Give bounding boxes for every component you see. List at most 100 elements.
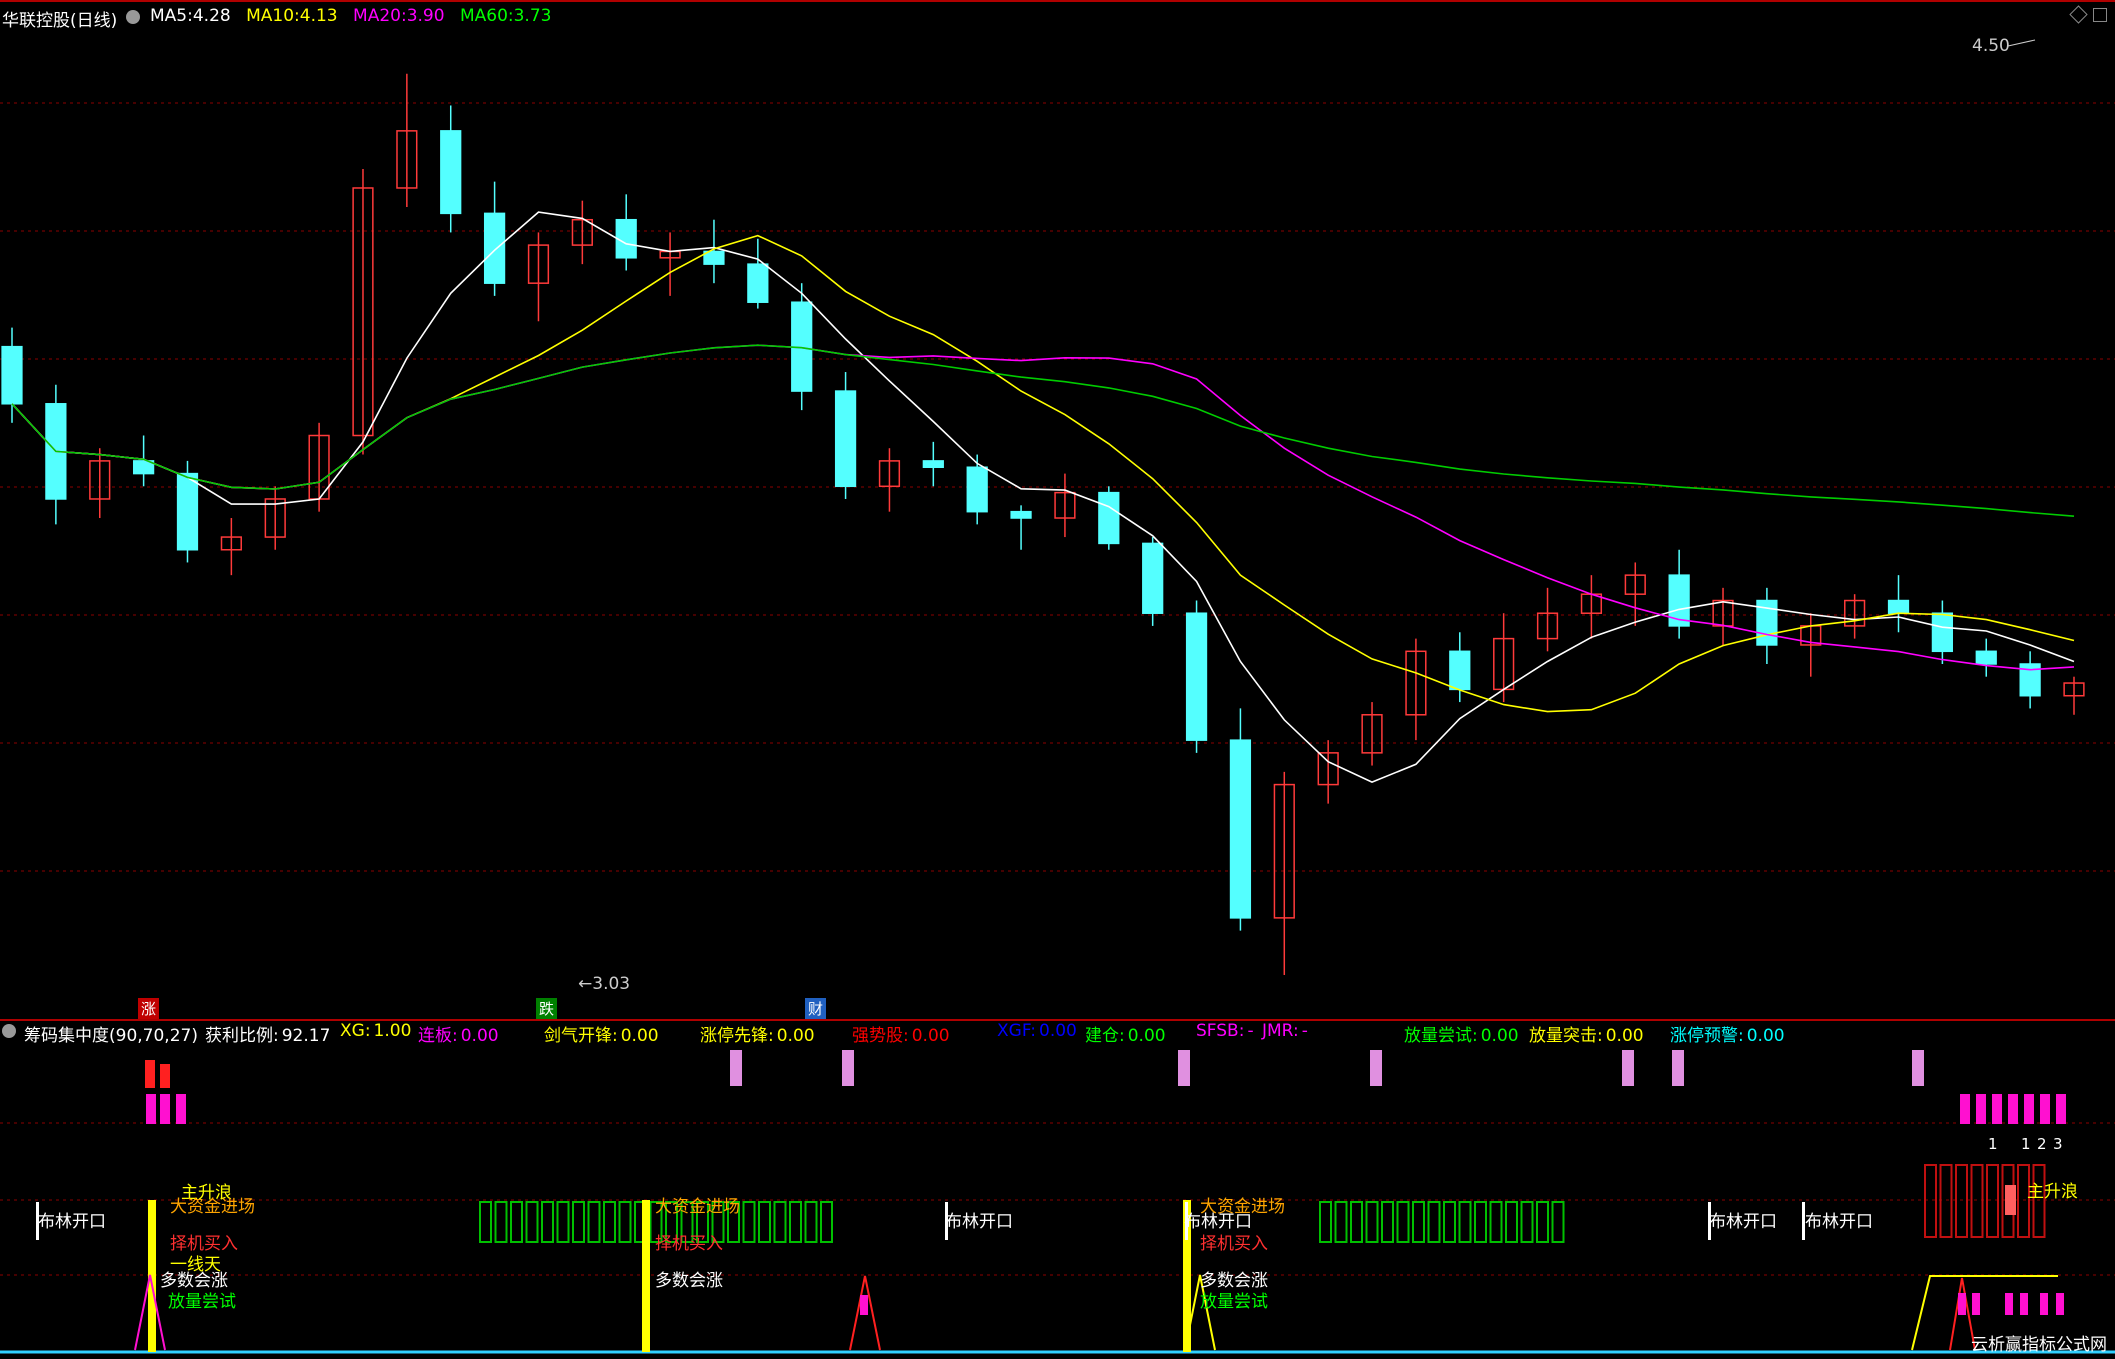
signal-bulin-5: 布林开口 — [1805, 1212, 1873, 1232]
indicator-item-label: JMR: — [1262, 1021, 1299, 1041]
indicator-bar-magenta — [2056, 1094, 2066, 1124]
candle-body — [922, 460, 944, 468]
signal-bulin-4: 布林开口 — [1709, 1212, 1777, 1232]
candle-body — [1887, 599, 1910, 614]
counter-3: 2 — [2037, 1135, 2047, 1153]
stock-chart-window: 华联控股(日线) MA5:4.28 MA10:4.13 MA20:3.90 MA… — [0, 0, 2115, 1359]
indicator-bar — [1370, 1050, 1382, 1086]
indicator-bar — [730, 1050, 742, 1086]
signal-bulin-1: 布林开口 — [38, 1212, 106, 1232]
candle-body — [1975, 650, 1997, 665]
indicator-item-value: - — [1301, 1021, 1308, 1041]
ma10-value: 4.13 — [299, 6, 338, 26]
indicator-item-value: 0.00 — [1746, 1026, 1785, 1046]
indicator-item: 建仓: 0.00 — [1085, 1021, 1166, 1046]
counter-2: 1 — [2021, 1135, 2031, 1153]
indicator-params: (90,70,27) — [109, 1026, 198, 1046]
indicator-item: 涨停预警: 0.00 — [1670, 1021, 1785, 1046]
indicator-item: 获利比例: 92.17 — [205, 1021, 330, 1046]
indicator-item-label: SFSB: — [1196, 1021, 1245, 1041]
indicator-item: JMR: - — [1262, 1021, 1308, 1041]
indicator-item-value: 0.00 — [620, 1026, 659, 1046]
indicator-item: XG: 1.00 — [340, 1021, 411, 1041]
signal-da-zi-jin-2: 大资金进场 — [655, 1197, 740, 1217]
high-price-label: 4.50 — [1972, 36, 2010, 56]
candle-body — [747, 263, 769, 303]
indicator-bar-magenta — [160, 1094, 170, 1124]
signal-bulin-3: 布林开口 — [1184, 1212, 1252, 1232]
ma10-label: MA10: — [246, 6, 300, 26]
indicator-bar-magenta — [1960, 1094, 1970, 1124]
indicator-item-label: 涨停预警: — [1670, 1026, 1744, 1046]
indicator-name: 筹码集中度(90,70,27) — [24, 1021, 198, 1046]
indicator-item-label: XGF: — [997, 1021, 1037, 1041]
ma5-value: 4.28 — [192, 6, 231, 26]
candle-body — [1931, 612, 1954, 653]
indicator-item: 连板: 0.00 — [418, 1021, 499, 1046]
stock-title: 华联控股(日线) — [2, 11, 118, 31]
indicator-bar — [145, 1060, 155, 1088]
indicator-item-value: 92.17 — [281, 1026, 331, 1046]
indicator-bar-magenta — [146, 1094, 156, 1124]
indicator-item: 剑气开锋: 0.00 — [544, 1021, 659, 1046]
indicator-item-value: - — [1247, 1021, 1254, 1041]
indicator-item-value: 0.00 — [1605, 1026, 1644, 1046]
indicator-bar-magenta — [1992, 1094, 2002, 1124]
counter-4: 3 — [2053, 1135, 2063, 1153]
yellow-signal-bar — [642, 1200, 650, 1352]
event-mark-finance[interactable]: 财 — [805, 998, 827, 1019]
chart-canvas[interactable] — [0, 0, 2115, 1359]
low-price-value: 3.03 — [592, 974, 631, 994]
indicator-bar-magenta — [2040, 1094, 2050, 1124]
indicator-title: 筹码集中度 — [24, 1026, 109, 1046]
indicator-item-value: 0.00 — [1480, 1026, 1519, 1046]
background — [0, 0, 2115, 1359]
indicator-item: 涨停先锋: 0.00 — [700, 1021, 815, 1046]
indicator-bar — [160, 1064, 170, 1088]
chart-title: 华联控股(日线) — [2, 6, 117, 31]
signal-bulin-2: 布林开口 — [945, 1212, 1013, 1232]
settings-dot-icon[interactable] — [126, 10, 140, 24]
ma60-label: MA60: — [459, 6, 514, 26]
candle-body — [615, 218, 637, 259]
peak-bar — [1972, 1293, 1980, 1315]
peak-bar — [1958, 1293, 1966, 1315]
indicator-item-value: 0.00 — [1039, 1021, 1077, 1041]
ma20-label: MA20: — [353, 6, 407, 26]
candle-body — [1142, 542, 1164, 614]
peak-bar — [2005, 1293, 2013, 1315]
indicator-item-value: 0.00 — [776, 1026, 815, 1046]
indicator-item-label: 放量突击: — [1529, 1026, 1603, 1046]
indicator-settings-icon[interactable] — [2, 1024, 16, 1038]
indicator-item-value: 0.00 — [911, 1026, 950, 1046]
candle-body — [1, 345, 23, 405]
indicator-item-value: 1.00 — [373, 1021, 412, 1041]
candle-body — [1010, 510, 1032, 519]
candle-body — [1449, 650, 1471, 691]
indicator-bar — [1622, 1050, 1634, 1086]
indicator-bar — [842, 1050, 854, 1086]
indicator-item-label: 连板: — [418, 1026, 458, 1046]
maximize-icon[interactable] — [2093, 8, 2107, 22]
peak-bar — [860, 1295, 868, 1315]
peak-bar — [2020, 1293, 2028, 1315]
candle-body — [176, 472, 199, 551]
indicator-item: 强势股: 0.00 — [852, 1021, 950, 1046]
ma5-label: MA5: — [150, 6, 193, 26]
indicator-bar-magenta — [2008, 1094, 2018, 1124]
candle-body — [1185, 612, 1208, 741]
peak-bar — [2040, 1293, 2048, 1315]
indicator-item: 放量突击: 0.00 — [1529, 1021, 1644, 1046]
signal-ze-ji-mai-ru-2: 择机买入 — [655, 1234, 723, 1254]
indicator-item-label: 建仓: — [1085, 1026, 1125, 1046]
signal-zhu-sheng-lang-2: 主升浪 — [2027, 1182, 2078, 1202]
indicator-item: SFSB: - — [1196, 1021, 1254, 1041]
indicator-item-label: 放量尝试: — [1404, 1026, 1478, 1046]
event-mark-up[interactable]: 涨 — [138, 998, 160, 1019]
indicator-item-label: 强势股: — [852, 1026, 909, 1046]
indicator-bar-magenta — [2024, 1094, 2034, 1124]
signal-duo-shu-2: 多数会涨 — [655, 1271, 723, 1291]
event-mark-down[interactable]: 跌 — [536, 998, 558, 1019]
indicator-item-value: 0.00 — [1127, 1026, 1166, 1046]
candle-body — [966, 466, 988, 513]
